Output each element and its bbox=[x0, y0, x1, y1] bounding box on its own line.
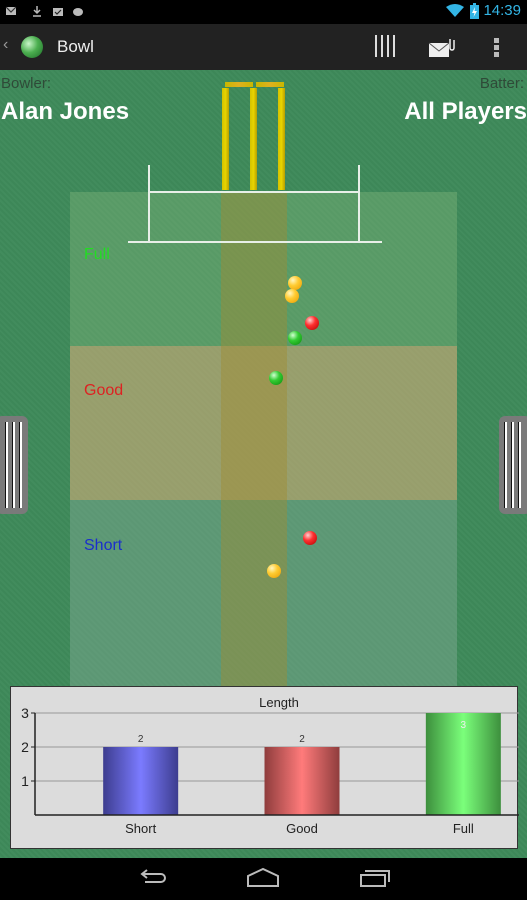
crease-left-return bbox=[148, 165, 150, 243]
bar-value-label: 2 bbox=[299, 734, 305, 745]
stump-line-channel bbox=[221, 192, 287, 686]
bail-right bbox=[256, 82, 284, 87]
previous-handle[interactable] bbox=[0, 416, 28, 514]
zone-label-short: Short bbox=[84, 537, 123, 554]
stump-off bbox=[222, 88, 229, 190]
battery-charging-icon bbox=[470, 3, 479, 19]
bail-left bbox=[225, 82, 253, 87]
bowler-name[interactable]: Alan Jones bbox=[1, 98, 129, 126]
zone-label-good: Good bbox=[84, 382, 124, 399]
ball-marker[interactable] bbox=[288, 276, 302, 290]
stump-middle bbox=[250, 88, 257, 190]
ball-marker[interactable] bbox=[285, 289, 299, 303]
popping-crease bbox=[128, 241, 382, 243]
clock: 14:39 bbox=[483, 2, 521, 19]
length-chart-svg: Length 2 2 3 1 2 3 Short Good Full bbox=[21, 695, 519, 836]
bar-short bbox=[103, 747, 179, 815]
overflow-menu-icon[interactable] bbox=[492, 36, 502, 58]
bar-value-label: 2 bbox=[138, 734, 144, 745]
x-tick-label: Good bbox=[286, 821, 318, 836]
chart-title: Length bbox=[259, 695, 299, 710]
mail-attachment-icon[interactable] bbox=[428, 38, 456, 58]
store-icon bbox=[53, 8, 63, 16]
zone-label-full: Full bbox=[84, 246, 110, 263]
home-icon[interactable] bbox=[246, 866, 280, 890]
app-logo-ball-icon[interactable] bbox=[21, 36, 43, 58]
bar-value-label: 3 bbox=[461, 720, 467, 731]
bowling-crease bbox=[148, 191, 360, 193]
ball-marker[interactable] bbox=[269, 371, 283, 385]
ball-marker[interactable] bbox=[303, 531, 317, 545]
navigation-bar bbox=[0, 858, 527, 900]
wifi-icon bbox=[446, 4, 464, 17]
ball-marker[interactable] bbox=[288, 331, 302, 345]
page-title: Bowl bbox=[57, 37, 94, 56]
length-chart: Length 2 2 3 1 2 3 Short Good Full bbox=[10, 686, 519, 849]
y-tick-label: 3 bbox=[21, 705, 29, 721]
batter-name[interactable]: All Players bbox=[404, 98, 527, 126]
up-navigation-icon[interactable]: ‹ bbox=[3, 36, 8, 54]
back-icon[interactable] bbox=[135, 866, 169, 890]
crease-right-return bbox=[358, 165, 360, 243]
recents-icon[interactable] bbox=[359, 866, 393, 890]
y-tick-label: 2 bbox=[21, 739, 29, 755]
bowling-field[interactable]: Bowler: Alan Jones Batter: All Players F… bbox=[0, 70, 527, 858]
bowler-label: Bowler: bbox=[1, 75, 52, 92]
gmail-icon bbox=[5, 6, 17, 15]
status-bar: 14:39 bbox=[0, 0, 527, 24]
android-icon bbox=[73, 8, 83, 16]
y-tick-label: 1 bbox=[21, 773, 29, 789]
x-tick-label: Full bbox=[453, 821, 474, 836]
batter-label: Batter: bbox=[479, 75, 524, 92]
stump-leg bbox=[278, 88, 285, 190]
download-icon bbox=[33, 6, 41, 17]
ball-marker[interactable] bbox=[267, 564, 281, 578]
stumps-icon[interactable] bbox=[374, 35, 396, 57]
bar-good bbox=[264, 747, 340, 815]
action-bar: ‹ Bowl bbox=[0, 24, 527, 70]
x-tick-label: Short bbox=[125, 821, 156, 836]
next-handle[interactable] bbox=[499, 416, 527, 514]
ball-marker[interactable] bbox=[305, 316, 319, 330]
